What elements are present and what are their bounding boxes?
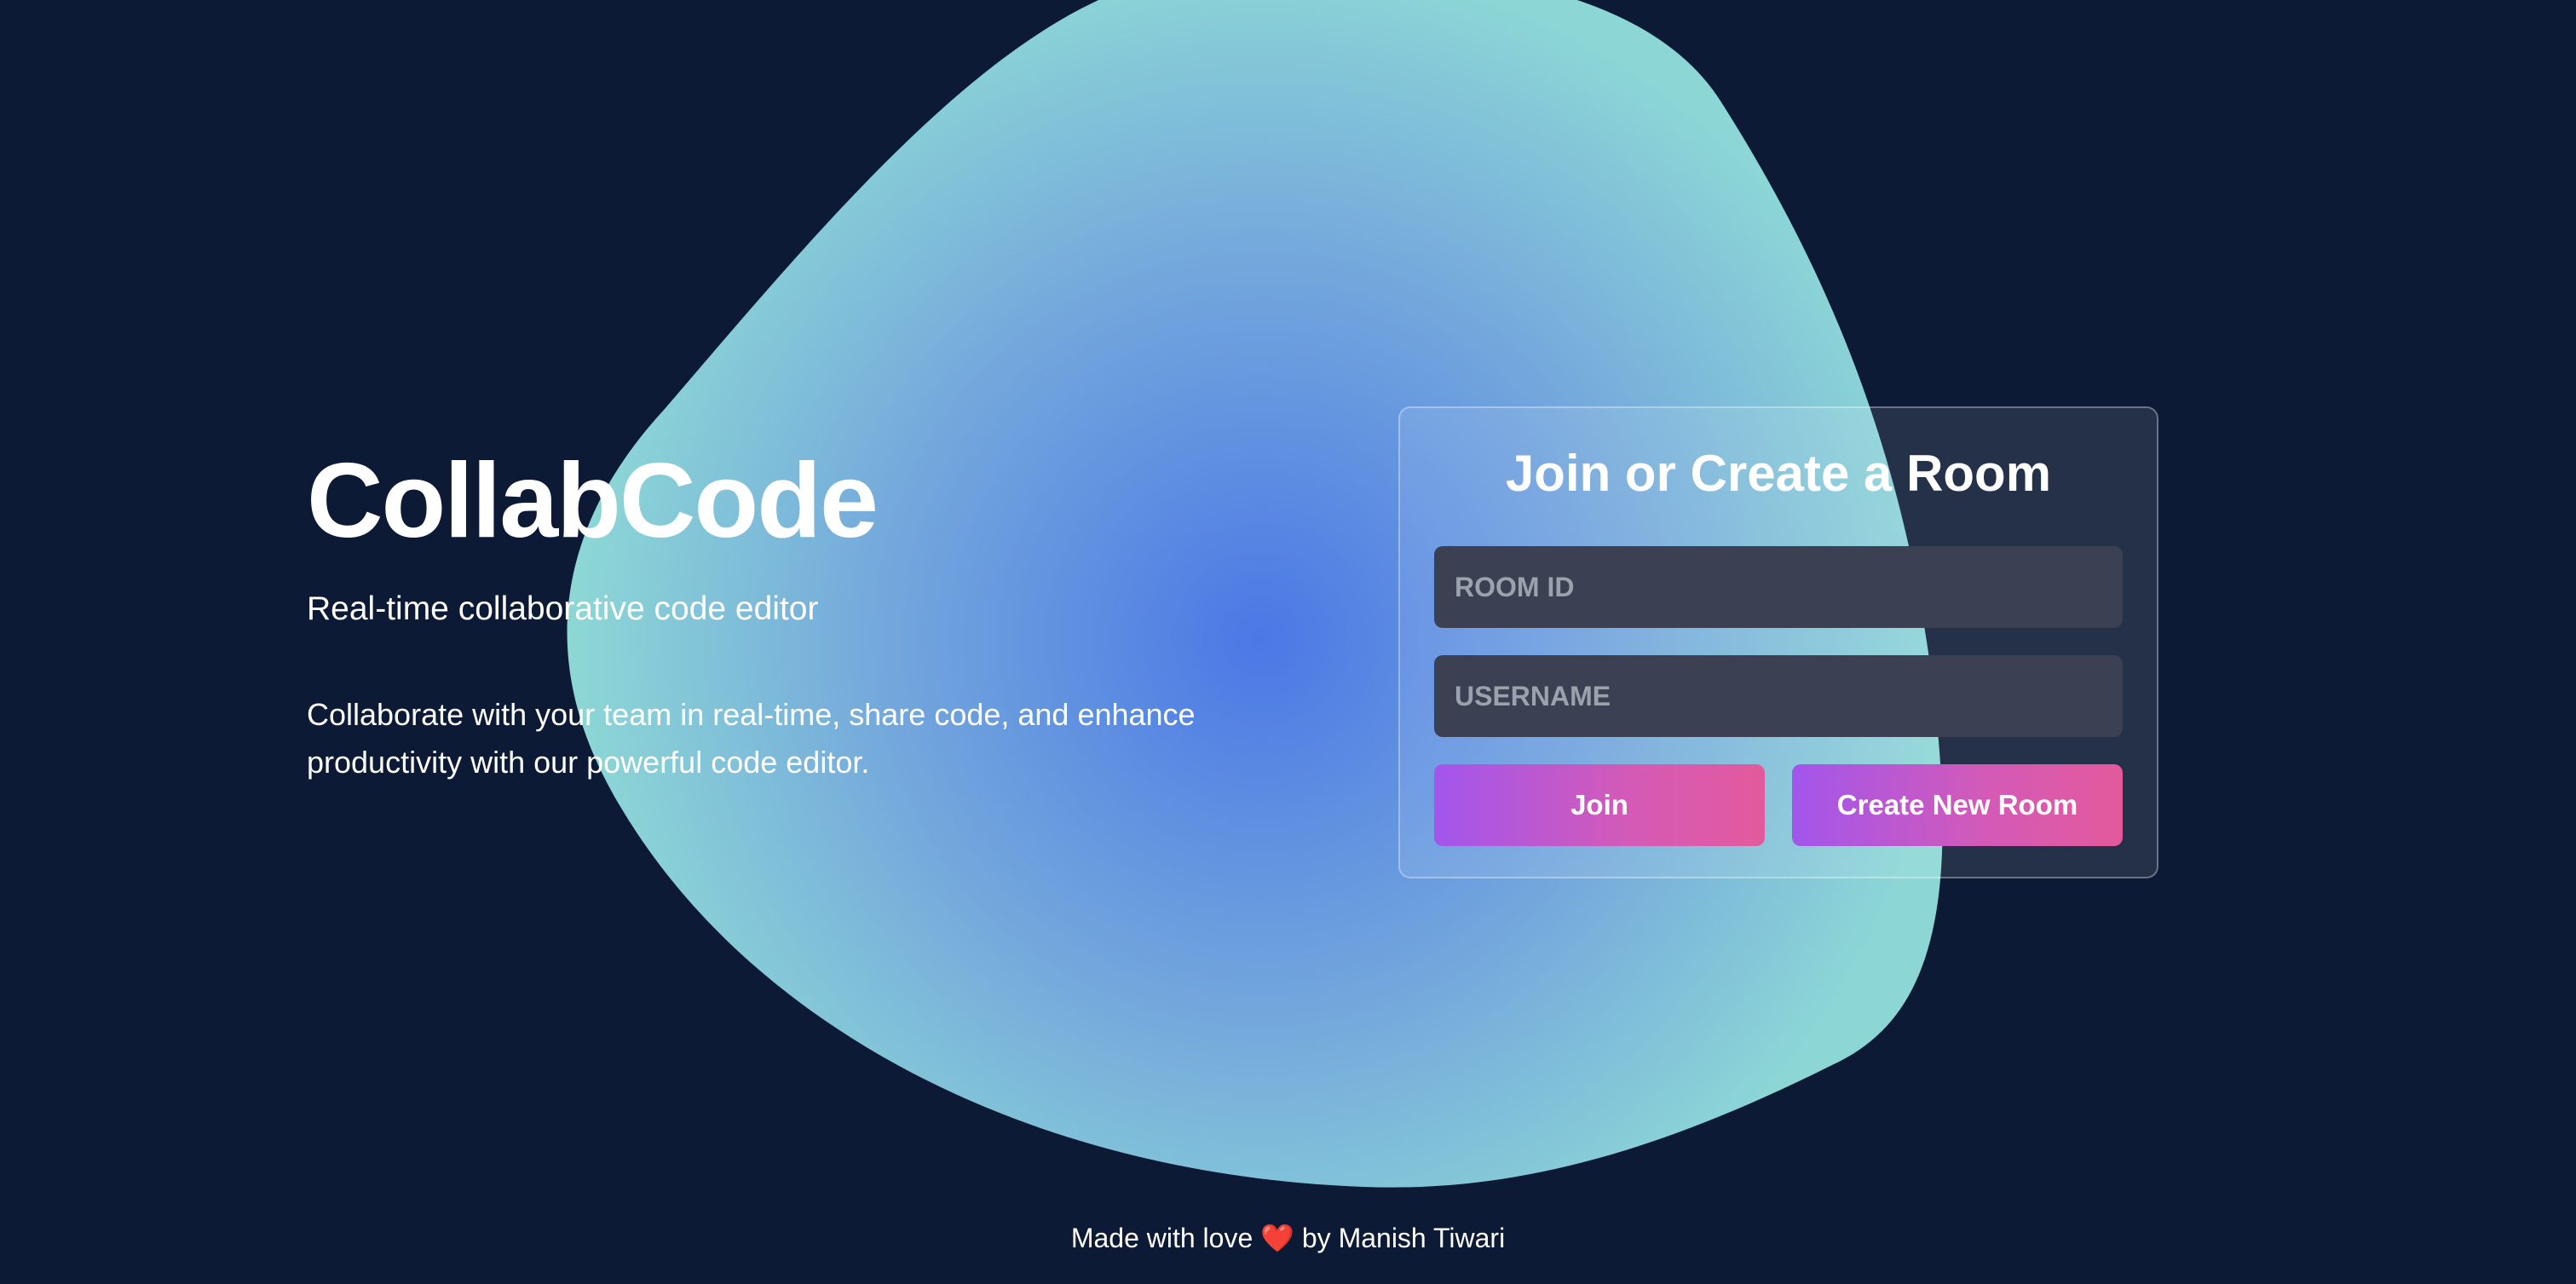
app-description: Collaborate with your team in real-time,… [307,697,1196,780]
heart-icon: ❤️ [1260,1223,1294,1253]
room-card-actions: Join Create New Room [1434,764,2123,846]
app-title: CollabCode [307,442,879,560]
footer-author: by Manish Tiwari [1301,1223,1506,1253]
landing-page: CollabCode Real-time collaborative code … [0,0,2576,1284]
join-button[interactable]: Join [1434,764,1765,846]
create-room-button[interactable]: Create New Room [1792,764,2123,846]
footer: Made with love ❤️ by Manish Tiwari [0,1222,2576,1254]
username-input[interactable] [1434,655,2123,737]
footer-prefix: Made with love [1070,1223,1253,1253]
room-card-title: Join or Create a Room [1505,445,2052,502]
hero-section: CollabCode Real-time collaborative code … [307,443,1278,786]
room-card: Join or Create a Room Join Create New Ro… [1398,406,2158,878]
app-subtitle: Real-time collaborative code editor [307,590,819,628]
room-id-input[interactable] [1434,546,2123,628]
